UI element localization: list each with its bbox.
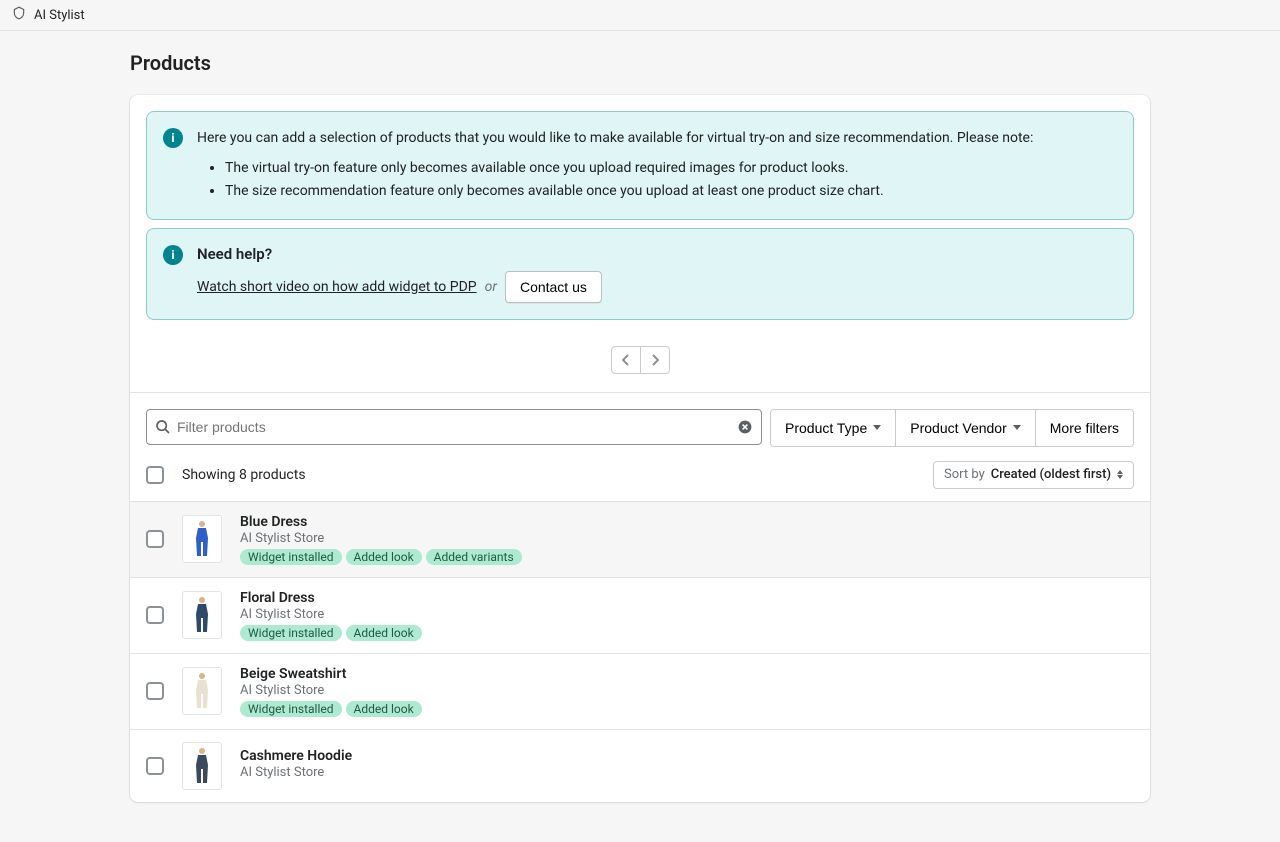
info-icon: i [163,128,183,148]
info-banner: i Here you can add a selection of produc… [146,111,1134,220]
result-count: Showing 8 products [182,467,306,483]
status-badge: Added variants [426,549,522,565]
next-page-button[interactable] [640,346,670,374]
contact-us-button[interactable]: Contact us [505,271,602,303]
product-title: Floral Dress [240,590,1134,606]
caret-down-icon [873,425,881,430]
product-list: Blue Dress AI Stylist Store Widget insta… [130,501,1150,802]
app-title: AI Stylist [34,8,85,23]
main-card: i Here you can add a selection of produc… [130,95,1150,802]
row-checkbox[interactable] [146,757,164,775]
product-vendor: AI Stylist Store [240,531,1134,546]
watch-video-link[interactable]: Watch short video on how add widget to P… [197,279,477,295]
prev-page-button[interactable] [611,346,641,374]
help-banner: i Need help? Watch short video on how ad… [146,228,1134,320]
row-checkbox[interactable] [146,682,164,700]
product-vendor: AI Stylist Store [240,607,1134,622]
table-row[interactable]: Floral Dress AI Stylist Store Widget ins… [130,577,1150,653]
app-icon [12,6,26,24]
product-title: Blue Dress [240,514,1134,530]
info-text: Here you can add a selection of products… [197,128,1117,148]
product-title: Beige Sweatshirt [240,666,1134,682]
table-row[interactable]: Blue Dress AI Stylist Store Widget insta… [130,501,1150,577]
sort-select[interactable]: Sort by Created (oldest first) [933,461,1134,489]
clear-icon[interactable] [737,419,753,435]
status-badge: Added look [346,701,422,717]
list-header: Showing 8 products Sort by Created (olde… [130,457,1150,501]
row-checkbox[interactable] [146,530,164,548]
product-thumb [182,515,222,563]
topbar: AI Stylist [0,0,1280,31]
search-input[interactable] [171,419,737,435]
product-vendor: AI Stylist Store [240,765,1134,780]
table-row[interactable]: Cashmere Hoodie AI Stylist Store [130,729,1150,802]
filters-bar: Product Type Product Vendor More filters [130,393,1150,457]
status-badge: Added look [346,625,422,641]
row-checkbox[interactable] [146,606,164,624]
sort-label: Sort by [944,467,985,482]
info-bullet: The virtual try-on feature only becomes … [225,158,1117,178]
status-badge: Widget installed [240,549,342,565]
table-row[interactable]: Beige Sweatshirt AI Stylist Store Widget… [130,653,1150,729]
info-icon: i [163,245,183,265]
status-badge: Widget installed [240,701,342,717]
sort-value: Created (oldest first) [991,467,1111,482]
status-badge: Widget installed [240,625,342,641]
page-title: Products [130,51,1150,75]
info-bullet: The size recommendation feature only bec… [225,181,1117,201]
more-filters-button[interactable]: More filters [1035,410,1133,446]
caret-down-icon [1013,425,1021,430]
product-title: Cashmere Hoodie [240,748,1134,764]
chevron-right-icon [651,354,659,366]
search-input-wrap[interactable] [146,409,762,445]
chevron-left-icon [622,354,630,366]
product-thumb [182,591,222,639]
product-type-filter[interactable]: Product Type [771,410,895,446]
status-badge: Added look [346,549,422,565]
filter-buttons: Product Type Product Vendor More filters [770,409,1134,447]
product-vendor-filter[interactable]: Product Vendor [895,410,1035,446]
or-text: or [485,279,497,295]
product-thumb [182,667,222,715]
sort-arrows-icon [1117,470,1123,479]
search-icon [155,419,171,435]
help-heading: Need help? [197,245,1117,263]
product-vendor: AI Stylist Store [240,683,1134,698]
pagination [130,328,1150,393]
select-all-checkbox[interactable] [146,466,164,484]
product-thumb [182,742,222,790]
